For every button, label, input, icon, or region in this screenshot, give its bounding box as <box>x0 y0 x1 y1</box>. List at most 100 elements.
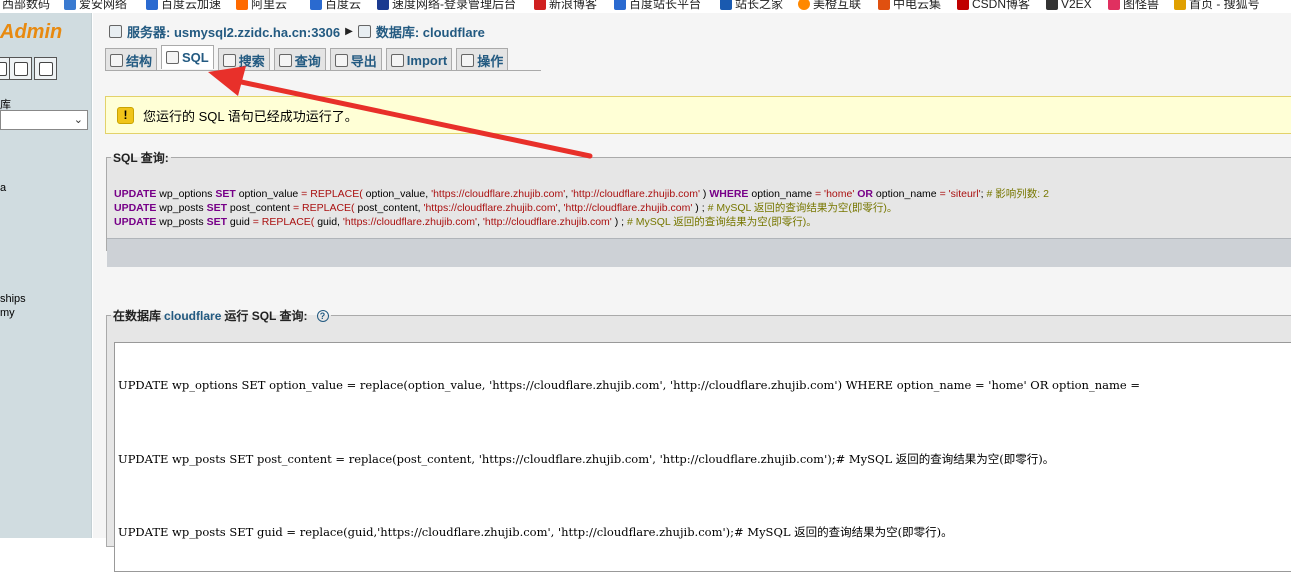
sql-comment: # MySQL 返回的查询结果为空(即零行)。 <box>627 216 817 228</box>
sql-query-button[interactable] <box>34 57 57 80</box>
sql-string: 'https://cloudflare.zhujib.com' <box>423 202 558 214</box>
bookmark-label: 阿里云 <box>251 0 288 11</box>
sql-keyword[interactable]: UPDATE <box>114 216 156 228</box>
left-navigation: Admin 库 ⌄ a ships my <box>0 13 92 538</box>
sql-string: 'siteurl' <box>945 188 981 200</box>
export-icon <box>334 53 348 67</box>
sidebar-table-item[interactable]: my <box>0 307 15 319</box>
tab-structure[interactable]: 结构 <box>105 48 158 71</box>
bookmark-icon <box>957 0 969 10</box>
sql-text: wp_posts <box>156 202 207 214</box>
tab-search[interactable]: 搜索 <box>217 48 270 71</box>
sql-string: 'http://cloudflare.zhujib.com' <box>571 188 700 200</box>
sql-keyword[interactable]: UPDATE <box>114 188 156 200</box>
bookmark-item[interactable]: CSDN博客 <box>957 0 1030 12</box>
bookmark-label: 站长之家 <box>735 0 784 11</box>
sql-function[interactable]: REPLACE( <box>259 216 315 228</box>
bookmark-item[interactable]: 中电云集 <box>878 0 941 12</box>
database-icon <box>357 25 371 38</box>
sql-text: option_name <box>748 188 815 200</box>
breadcrumb-database[interactable]: 数据库: cloudflare <box>376 22 485 41</box>
tab-operations[interactable]: 操作 <box>456 48 509 71</box>
bookmark-item[interactable]: 爱安网络 <box>64 0 127 12</box>
tab-bar: 结构 SQL 搜索 查询 导出 Import 操作 <box>105 45 509 71</box>
bookmark-item[interactable]: 西部数码 <box>2 0 50 12</box>
bookmark-label: 百度云加速 <box>161 0 222 11</box>
success-text: 您运行的 SQL 语句已经成功运行了。 <box>143 108 358 124</box>
bookmark-item[interactable]: 首页 - 搜狐号 <box>1174 0 1260 12</box>
notice-icon: ! <box>117 106 134 124</box>
sql-keyword[interactable]: UPDATE <box>114 202 156 214</box>
bookmark-item[interactable]: 新浪博客 <box>534 0 597 12</box>
bookmark-item[interactable]: V2EX <box>1046 0 1092 12</box>
query-window-button[interactable] <box>9 57 32 80</box>
bookmark-item[interactable]: 美橙互联 <box>798 0 861 12</box>
sql-keyword[interactable]: SET <box>207 202 227 214</box>
bookmark-item[interactable]: 阿里云 <box>236 0 287 12</box>
bookmark-icon <box>1046 0 1058 10</box>
import-icon <box>390 53 404 67</box>
tab-label: 结构 <box>126 53 153 69</box>
legend-prefix: 在数据库 <box>113 309 162 323</box>
bookmark-item[interactable]: 站长之家 <box>720 0 783 12</box>
bookmark-label: CSDN博客 <box>972 0 1031 11</box>
bookmark-icon <box>146 0 158 10</box>
bookmark-icon <box>310 0 322 10</box>
bookmark-icon <box>377 0 389 10</box>
tab-label: SQL <box>182 50 209 65</box>
bookmark-item[interactable]: 图怪兽 <box>1108 0 1159 12</box>
breadcrumb-server[interactable]: 服务器: usmysql2.zzidc.ha.cn:3306 <box>127 22 340 41</box>
sql-result-footer <box>107 238 1291 267</box>
bookmark-item[interactable]: 百度云 <box>310 0 361 12</box>
sql-text: ) ; <box>611 216 627 228</box>
help-icon[interactable]: ? <box>316 309 329 322</box>
tab-label: 查询 <box>294 53 321 69</box>
sql-result-legend: SQL 查询: <box>113 151 169 165</box>
sql-keyword[interactable]: SET <box>215 188 235 200</box>
tab-import[interactable]: Import <box>385 48 453 71</box>
sql-icon <box>166 51 180 64</box>
bookmark-icon <box>1108 0 1120 10</box>
sql-result-lines: UPDATE wp_options SET option_value = REP… <box>114 187 1049 229</box>
bookmark-item[interactable]: 百度云加速 <box>146 0 221 12</box>
run-query-box: 在数据库 cloudflare 运行 SQL 查询: ? UPDATE wp_o… <box>106 307 1291 572</box>
bookmark-item[interactable]: 百度站长平台 <box>614 0 701 12</box>
sql-comment: # 影响列数: 2 <box>986 188 1049 200</box>
bookmark-label: 中电云集 <box>893 0 942 11</box>
bookmark-label: 首页 - 搜狐号 <box>1189 0 1260 11</box>
sql-function[interactable]: REPLACE( <box>307 188 363 200</box>
bookmark-icon <box>798 0 810 10</box>
tab-label: 搜索 <box>238 53 265 69</box>
sql-text: post_content <box>227 202 293 214</box>
sql-text: guid <box>227 216 253 228</box>
legend-database-link[interactable]: cloudflare <box>164 309 221 323</box>
main-panel: 服务器: usmysql2.zzidc.ha.cn:3306 ▶ 数据库: cl… <box>93 13 1291 572</box>
query-icon <box>278 53 292 67</box>
tab-query[interactable]: 查询 <box>273 48 326 71</box>
database-select[interactable]: ⌄ <box>0 110 88 130</box>
tab-underline <box>105 70 541 71</box>
sql-string: 'https://cloudflare.zhujib.com' <box>342 216 478 228</box>
sql-text: post_content, <box>354 202 424 214</box>
wrench-icon <box>461 53 475 67</box>
sql-function[interactable]: REPLACE( <box>299 202 355 214</box>
sql-keyword[interactable]: SET <box>207 216 227 228</box>
sql-keyword[interactable]: OR <box>857 188 873 200</box>
sql-string: 'home' <box>821 188 858 200</box>
tab-sql[interactable]: SQL <box>161 45 214 69</box>
bookmark-item[interactable]: 速度网络-登录管理后台 <box>377 0 516 12</box>
sql-string: 'http://cloudflare.zhujib.com' <box>482 216 612 228</box>
bookmark-label: 新浪博客 <box>549 0 598 11</box>
sidebar-table-item[interactable]: a <box>0 182 6 194</box>
sidebar-table-item[interactable]: ships <box>0 293 26 305</box>
sql-keyword[interactable]: WHERE <box>709 188 748 200</box>
chevron-down-icon: ⌄ <box>73 114 83 126</box>
tab-export[interactable]: 导出 <box>329 48 382 71</box>
bookmark-label: 美橙互联 <box>813 0 862 11</box>
query-window-icon <box>13 61 28 76</box>
logo: Admin <box>0 21 63 43</box>
sql-comment: # MySQL 返回的查询结果为空(即零行)。 <box>707 202 898 214</box>
sql-text: option_name <box>873 188 940 200</box>
bookmark-icon <box>1174 0 1186 10</box>
search-icon <box>222 53 236 67</box>
